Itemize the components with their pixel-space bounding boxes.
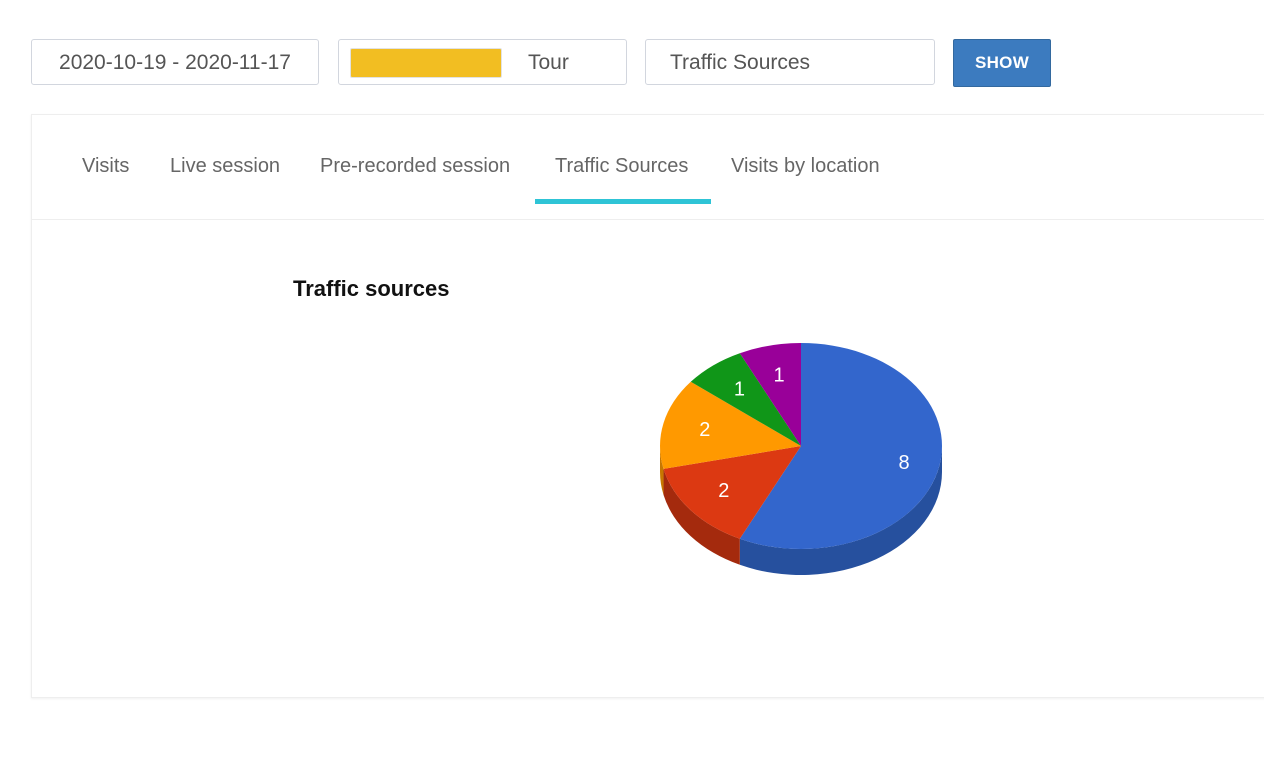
pie-slice-label-3: 1 <box>734 379 745 401</box>
traffic-sources-pie-chart: 8 2 2 1 1 <box>660 343 942 575</box>
date-range-value: 2020-10-19 - 2020-11-17 <box>59 51 291 74</box>
pie-slice-label-2: 2 <box>699 419 710 441</box>
pie-slice-label-4: 1 <box>773 365 784 387</box>
pie-slice-label-0: 8 <box>899 452 910 474</box>
filter-bar: 2020-10-19 - 2020-11-17 Tour Traffic Sou… <box>0 0 1264 110</box>
report-type-value: Traffic Sources <box>670 51 811 74</box>
date-range-field[interactable]: 2020-10-19 - 2020-11-17 <box>31 39 319 85</box>
report-type-select[interactable]: Traffic Sources <box>645 39 935 85</box>
show-button[interactable]: SHOW <box>953 39 1051 87</box>
tour-color-swatch <box>350 48 502 78</box>
pie-slice-label-1: 2 <box>718 480 729 502</box>
report-panel: Visits Live session Pre-recorded session… <box>31 114 1264 698</box>
pie-top-faces <box>660 343 942 549</box>
tour-select[interactable]: Tour <box>338 39 627 85</box>
tour-select-label: Tour <box>528 51 569 74</box>
